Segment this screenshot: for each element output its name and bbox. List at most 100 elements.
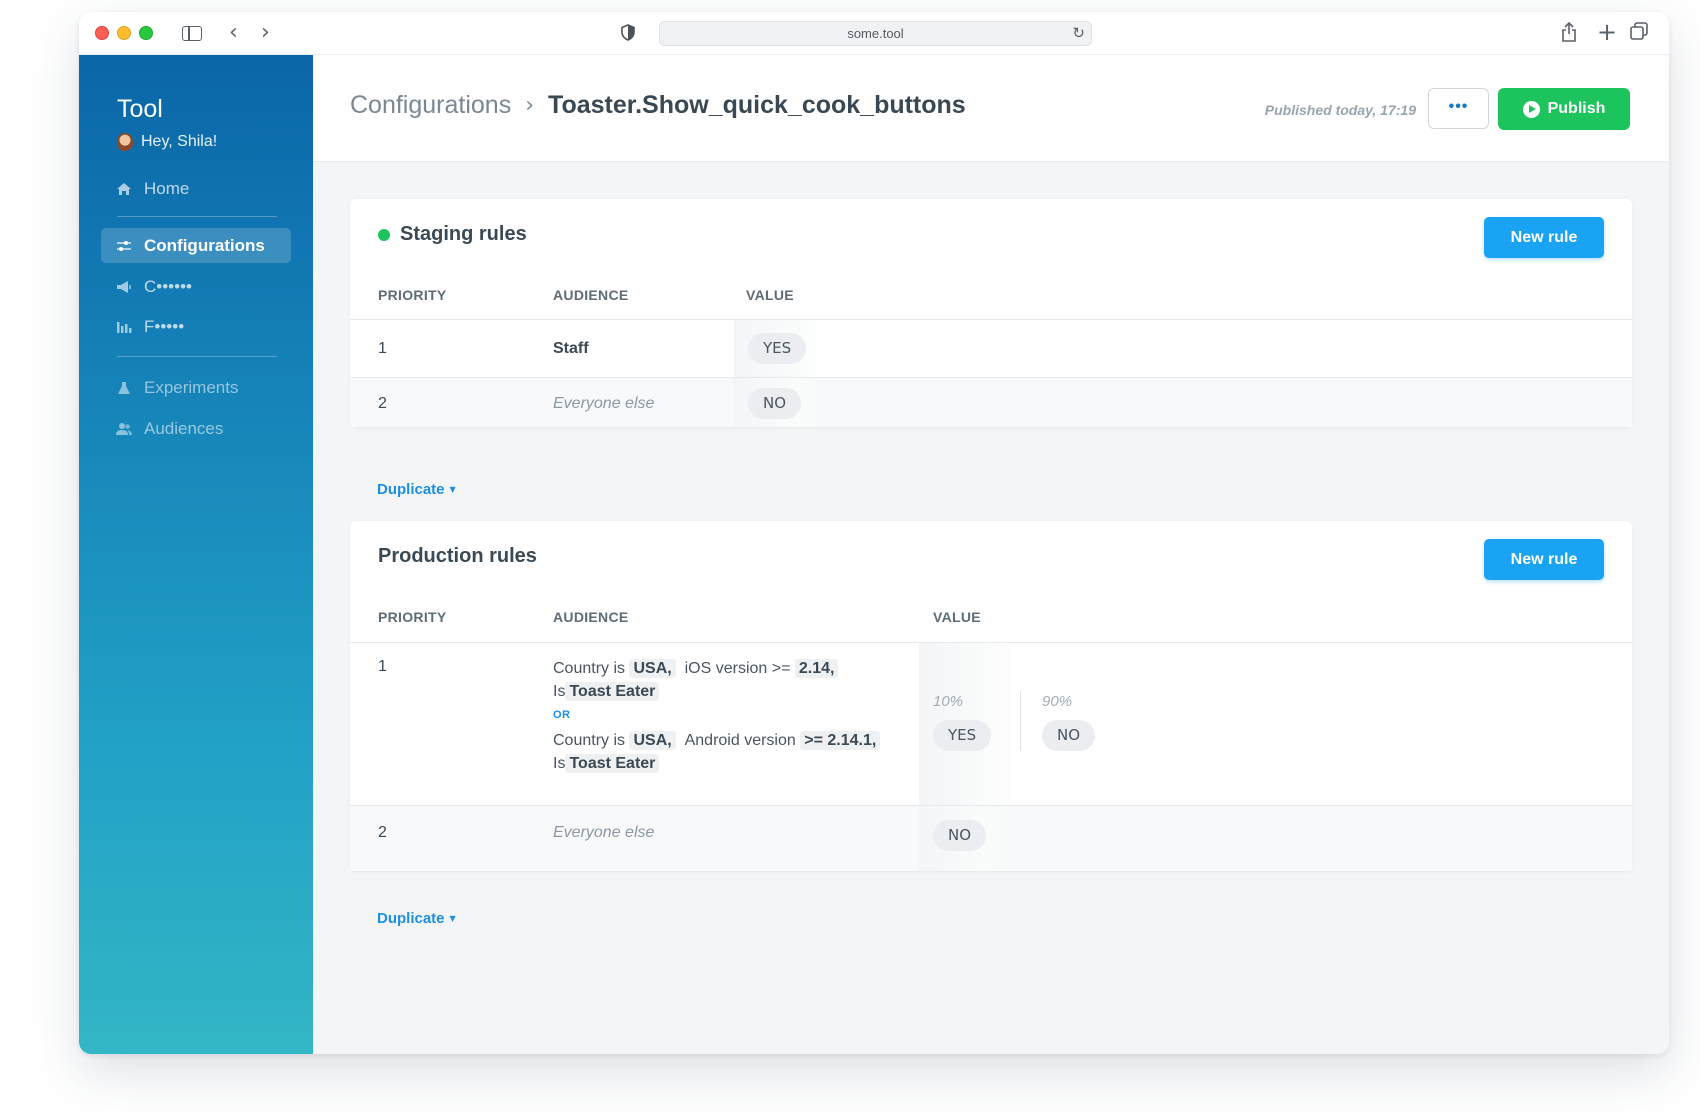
main-content: Configurations › Toaster.Show_quick_cook… <box>313 55 1669 1054</box>
priority-cell: 2 <box>378 824 387 841</box>
column-header-priority: PRIORITY <box>378 287 447 303</box>
table-row[interactable]: 1 Country is USA, iOS version >= 2.14, I… <box>350 642 1632 805</box>
caret-down-icon: ▼ <box>449 914 456 923</box>
condition-text: Is <box>553 755 566 772</box>
home-icon <box>116 182 132 196</box>
address-bar[interactable]: some.tool ↻ <box>659 21 1092 46</box>
card-title-text: Production rules <box>378 545 537 567</box>
sidebar-item-home[interactable]: Home <box>101 171 291 206</box>
avatar <box>117 133 133 151</box>
condition-text: Is <box>553 683 566 700</box>
sidebar-item-label: Configurations <box>144 235 265 255</box>
sidebar-item-label: C•••••• <box>144 276 192 296</box>
ellipsis-icon: ••• <box>1448 98 1469 115</box>
sliders-icon <box>116 239 132 253</box>
sidebar-divider <box>117 216 277 217</box>
condition-group: Country is USA, iOS version >= 2.14, Is T… <box>553 657 913 703</box>
sidebar-item-experiments[interactable]: Experiments <box>101 370 291 405</box>
value-pill: YES <box>933 720 992 751</box>
browser-window: ‹ › some.tool ↻ + Tool Hey, Shila! Home <box>79 12 1669 1054</box>
staging-rules-title: Staging rules <box>378 223 527 246</box>
sidebar-item-label: Home <box>144 178 190 198</box>
chevron-right-icon: › <box>525 93 535 118</box>
sidebar-item-audiences[interactable]: Audiences <box>101 411 291 446</box>
value-pill: YES <box>748 333 807 364</box>
condition-value: USA, <box>629 659 676 678</box>
brand-title: Tool <box>117 95 163 123</box>
chart-icon <box>116 320 132 334</box>
new-tab-icon[interactable]: + <box>1597 18 1617 46</box>
minimize-window-button[interactable] <box>117 26 131 40</box>
production-rules-card: Production rules New rule PRIORITY AUDIE… <box>350 521 1632 871</box>
megaphone-icon <box>116 280 132 294</box>
sidebar-item-label: F••••• <box>144 316 185 336</box>
condition-value: Toast Eater <box>565 754 660 773</box>
sidebar-toggle-icon[interactable] <box>182 26 202 41</box>
status-dot-icon <box>378 228 390 241</box>
value-pill: NO <box>1042 720 1096 751</box>
caret-down-icon: ▼ <box>449 485 456 494</box>
condition-value: Toast Eater <box>565 682 660 701</box>
close-window-button[interactable] <box>95 26 109 40</box>
more-options-button[interactable]: ••• <box>1428 88 1489 129</box>
play-icon <box>1522 100 1540 118</box>
published-status: Published today, 17:19 <box>1264 102 1416 118</box>
value-pill: NO <box>933 820 987 851</box>
browser-toolbar: ‹ › some.tool ↻ + <box>79 12 1669 55</box>
condition-group: Country is USA, Android version >= 2.14.… <box>553 729 913 775</box>
column-header-value: VALUE <box>933 609 981 625</box>
or-separator: OR <box>553 709 571 721</box>
sidebar-item-campaigns[interactable]: C•••••• <box>101 269 291 304</box>
staging-rules-card: Staging rules New rule PRIORITY AUDIENCE… <box>350 199 1632 427</box>
users-icon <box>116 422 132 436</box>
publish-button[interactable]: Publish <box>1498 88 1630 130</box>
duplicate-label: Duplicate <box>377 910 445 927</box>
flask-icon <box>116 381 132 395</box>
priority-cell: 2 <box>378 395 387 412</box>
maximize-window-button[interactable] <box>139 26 153 40</box>
breadcrumb: Configurations › Toaster.Show_quick_cook… <box>350 91 966 120</box>
sidebar-item-configurations[interactable]: Configurations <box>101 228 291 263</box>
table-row[interactable]: 1 Staff YES <box>350 319 1632 377</box>
sidebar-divider <box>117 356 277 357</box>
breadcrumb-configurations-link[interactable]: Configurations <box>350 91 511 120</box>
sidebar-item-features[interactable]: F••••• <box>101 309 291 344</box>
staging-duplicate-dropdown[interactable]: Duplicate ▼ <box>377 481 456 498</box>
reload-icon[interactable]: ↻ <box>1072 25 1085 41</box>
url-text: some.tool <box>847 26 904 41</box>
priority-cell: 1 <box>378 658 387 675</box>
production-rules-title: Production rules <box>378 545 537 568</box>
audience-cell: Staff <box>553 340 589 357</box>
share-icon[interactable] <box>1561 21 1577 47</box>
privacy-shield-icon[interactable] <box>621 24 635 46</box>
publish-label: Publish <box>1547 100 1606 117</box>
condition-value: >= 2.14.1, <box>800 731 881 750</box>
page-title: Toaster.Show_quick_cook_buttons <box>548 91 966 119</box>
forward-arrow-icon[interactable]: › <box>261 20 270 45</box>
duplicate-label: Duplicate <box>377 481 445 498</box>
priority-cell: 1 <box>378 340 387 357</box>
card-title-text: Staging rules <box>400 223 527 245</box>
user-greeting: Hey, Shila! <box>117 133 217 151</box>
page-header: Configurations › Toaster.Show_quick_cook… <box>313 55 1669 162</box>
table-row[interactable]: 2 Everyone else NO <box>350 377 1632 427</box>
column-header-value: VALUE <box>746 287 794 303</box>
column-header-audience: AUDIENCE <box>553 609 629 625</box>
table-row[interactable]: 2 Everyone else NO <box>350 805 1632 871</box>
value-pill: NO <box>748 388 802 419</box>
tab-overview-icon[interactable] <box>1630 22 1648 45</box>
staging-new-rule-button[interactable]: New rule <box>1484 217 1604 258</box>
sidebar-item-label: Audiences <box>144 418 224 438</box>
audience-conditions: Country is USA, iOS version >= 2.14, Is T… <box>553 657 913 775</box>
split-percent: 10% <box>933 693 964 710</box>
audience-cell: Everyone else <box>553 824 655 841</box>
column-header-priority: PRIORITY <box>378 609 447 625</box>
split-divider <box>1020 691 1021 751</box>
sidebar: Tool Hey, Shila! Home Configurations C••… <box>79 55 313 1054</box>
production-duplicate-dropdown[interactable]: Duplicate ▼ <box>377 910 456 927</box>
condition-value: 2.14, <box>794 659 839 678</box>
back-arrow-icon[interactable]: ‹ <box>229 20 238 45</box>
condition-value: USA, <box>629 731 676 750</box>
column-header-audience: AUDIENCE <box>553 287 629 303</box>
production-new-rule-button[interactable]: New rule <box>1484 539 1604 580</box>
